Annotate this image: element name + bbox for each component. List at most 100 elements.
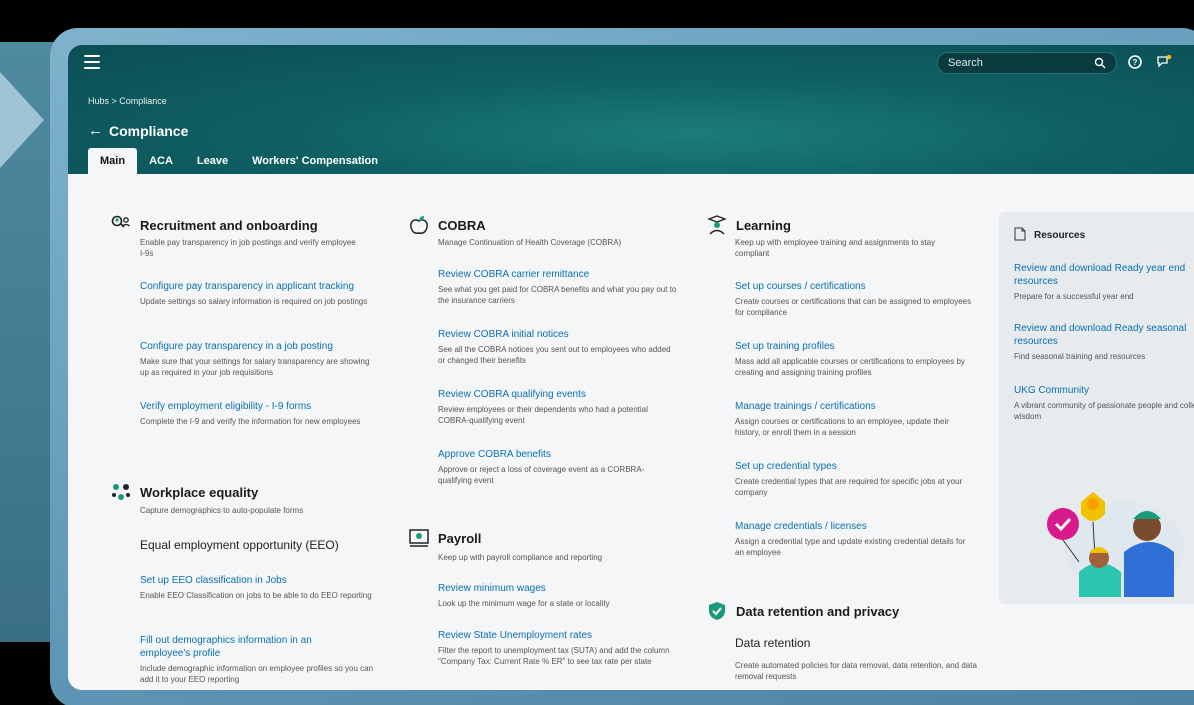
payroll-title: Payroll <box>438 530 482 546</box>
item-desc: See what you get paid for COBRA benefits… <box>438 285 677 305</box>
item-desc: Assign a credential type and update exis… <box>735 537 966 557</box>
cobra-desc: Manage Continuation of Health Coverage (… <box>438 238 622 247</box>
chat-icon[interactable] <box>1156 54 1172 70</box>
review-cobra-initial-notices-link[interactable]: Review COBRA initial notices <box>438 328 678 341</box>
item-desc: Enable EEO Classification on jobs to be … <box>140 591 372 600</box>
item-desc: Create credential types that are require… <box>735 477 963 497</box>
review-minimum-wages-link[interactable]: Review minimum wages <box>438 582 678 595</box>
people-network-icon <box>112 484 130 500</box>
item-desc: Prepare for a successful year end <box>1014 292 1134 301</box>
list-item: Review COBRA qualifying events Review em… <box>438 388 678 426</box>
set-up-courses-link[interactable]: Set up courses / certifications <box>735 280 975 293</box>
list-item: UKG Community A vibrant community of pas… <box>1014 384 1194 422</box>
review-cobra-carrier-remittance-link[interactable]: Review COBRA carrier remittance <box>438 268 678 281</box>
list-item: Verify employment eligibility - I-9 form… <box>140 400 380 427</box>
list-item: Set up courses / certifications Create c… <box>735 280 975 318</box>
data-retention-desc: Create automated policies for data remov… <box>735 661 977 681</box>
learning-title: Learning <box>736 217 791 233</box>
manage-credentials-link[interactable]: Manage credentials / licenses <box>735 520 975 533</box>
manage-trainings-link[interactable]: Manage trainings / certifications <box>735 400 975 413</box>
page-title: ← Compliance <box>88 122 188 139</box>
ready-year-end-link[interactable]: Review and download Ready year end resou… <box>1014 262 1194 288</box>
review-cobra-qualifying-events-link[interactable]: Review COBRA qualifying events <box>438 388 678 401</box>
list-item: Set up training profiles Mass add all ap… <box>735 340 975 378</box>
workplace-desc: Capture demographics to auto-populate fo… <box>140 506 304 515</box>
tab-main[interactable]: Main <box>88 148 138 174</box>
item-desc: A vibrant community of passionate people… <box>1014 401 1194 421</box>
back-arrow-icon[interactable]: ← <box>88 122 103 139</box>
configure-pay-transparency-ats-link[interactable]: Configure pay transparency in applicant … <box>140 280 380 293</box>
recruitment-title: Recruitment and onboarding <box>140 217 318 233</box>
payroll-desc: Keep up with payroll compliance and repo… <box>438 553 603 562</box>
item-desc: Update settings so salary information is… <box>140 297 368 306</box>
help-icon[interactable]: ? <box>1127 54 1143 70</box>
item-desc: Approve or reject a loss of coverage eve… <box>438 465 645 485</box>
apple-health-icon <box>410 216 428 234</box>
eeo-subheading: Equal employment opportunity (EEO) <box>140 538 339 552</box>
page-title-text: Compliance <box>109 122 189 139</box>
app-header: ? Hubs > Compliance ← Compliance Main AC… <box>68 45 1194 174</box>
item-desc: Make sure that your settings for salary … <box>140 357 370 377</box>
list-item: Review minimum wages Look up the minimum… <box>438 582 678 609</box>
recruitment-icon <box>111 215 130 228</box>
item-desc: Create courses or certifications that ca… <box>735 297 972 317</box>
fill-out-demographics-link[interactable]: Fill out demographics information in an … <box>140 634 345 660</box>
shield-check-icon <box>709 602 725 620</box>
item-desc: Filter the report to unemployment tax (S… <box>438 646 670 666</box>
list-item: Review and download Ready seasonal resou… <box>1014 322 1194 362</box>
recruitment-section-header: Recruitment and onboarding <box>110 214 318 236</box>
list-item: Manage credentials / licenses Assign a c… <box>735 520 975 558</box>
tab-leave[interactable]: Leave <box>185 148 240 174</box>
search-icon[interactable] <box>1094 57 1106 69</box>
svg-text:?: ? <box>1133 58 1138 67</box>
data-retention-subheading: Data retention <box>735 636 811 650</box>
main-content: Recruitment and onboarding Enable pay tr… <box>68 174 1194 690</box>
set-up-training-profiles-link[interactable]: Set up training profiles <box>735 340 975 353</box>
app-window: ? Hubs > Compliance ← Compliance Main AC… <box>68 45 1194 690</box>
item-desc: See all the COBRA notices you sent out t… <box>438 345 671 365</box>
document-icon <box>1014 227 1026 241</box>
item-desc: Find seasonal training and resources <box>1014 352 1146 361</box>
data-retention-title: Data retention and privacy <box>736 603 900 619</box>
list-item: Review COBRA carrier remittance See what… <box>438 268 678 306</box>
set-up-eeo-classification-link[interactable]: Set up EEO classification in Jobs <box>140 574 380 587</box>
payroll-section-header: Payroll <box>408 527 481 549</box>
list-item: Approve COBRA benefits Approve or reject… <box>438 448 678 486</box>
item-desc: Look up the minimum wage for a state or … <box>438 599 610 608</box>
graduate-icon <box>707 215 727 235</box>
learning-desc: Keep up with employee training and assig… <box>735 238 936 258</box>
list-item: Manage trainings / certifications Assign… <box>735 400 975 438</box>
review-state-unemployment-rates-link[interactable]: Review State Unemployment rates <box>438 629 678 642</box>
verify-employment-eligibility-link[interactable]: Verify employment eligibility - I-9 form… <box>140 400 380 413</box>
resources-panel: Resources Review and download Ready year… <box>999 212 1194 604</box>
tab-aca[interactable]: ACA <box>137 148 185 174</box>
list-item: Set up credential types Create credentia… <box>735 460 975 498</box>
item-desc: Include demographic information on emplo… <box>140 664 374 684</box>
data-retention-section-header: Data retention and privacy <box>706 600 899 622</box>
item-desc: Assign courses or certifications to an e… <box>735 417 949 437</box>
list-item: Configure pay transparency in applicant … <box>140 280 380 307</box>
list-item: Fill out demographics information in an … <box>140 634 373 685</box>
list-item: Configure pay transparency in a job post… <box>140 340 380 378</box>
breadcrumb[interactable]: Hubs > Compliance <box>88 96 167 106</box>
ready-seasonal-link[interactable]: Review and download Ready seasonal resou… <box>1014 322 1194 348</box>
ukg-community-link[interactable]: UKG Community <box>1014 384 1194 397</box>
set-up-credential-types-link[interactable]: Set up credential types <box>735 460 975 473</box>
workplace-section-header: Workplace equality <box>110 481 258 503</box>
search-bar[interactable] <box>937 52 1117 74</box>
tab-workers-compensation[interactable]: Workers' Compensation <box>240 148 390 174</box>
item-desc: Complete the I-9 and verify the informat… <box>140 417 361 426</box>
tab-bar: Main ACA Leave Workers' Compensation <box>88 148 390 174</box>
item-desc: Mass add all applicable courses or certi… <box>735 357 965 377</box>
menu-icon[interactable] <box>84 55 100 69</box>
list-item: Review COBRA initial notices See all the… <box>438 328 678 366</box>
learning-section-header: Learning <box>706 214 791 236</box>
search-input[interactable] <box>948 57 1094 69</box>
people-illustration <box>1047 492 1184 597</box>
list-item: Review and download Ready year end resou… <box>1014 262 1194 302</box>
approve-cobra-benefits-link[interactable]: Approve COBRA benefits <box>438 448 678 461</box>
list-item: Review State Unemployment rates Filter t… <box>438 629 678 667</box>
configure-pay-transparency-job-posting-link[interactable]: Configure pay transparency in a job post… <box>140 340 380 353</box>
item-desc: Review employees or their dependents who… <box>438 405 648 425</box>
decorative-arrow <box>0 72 44 168</box>
